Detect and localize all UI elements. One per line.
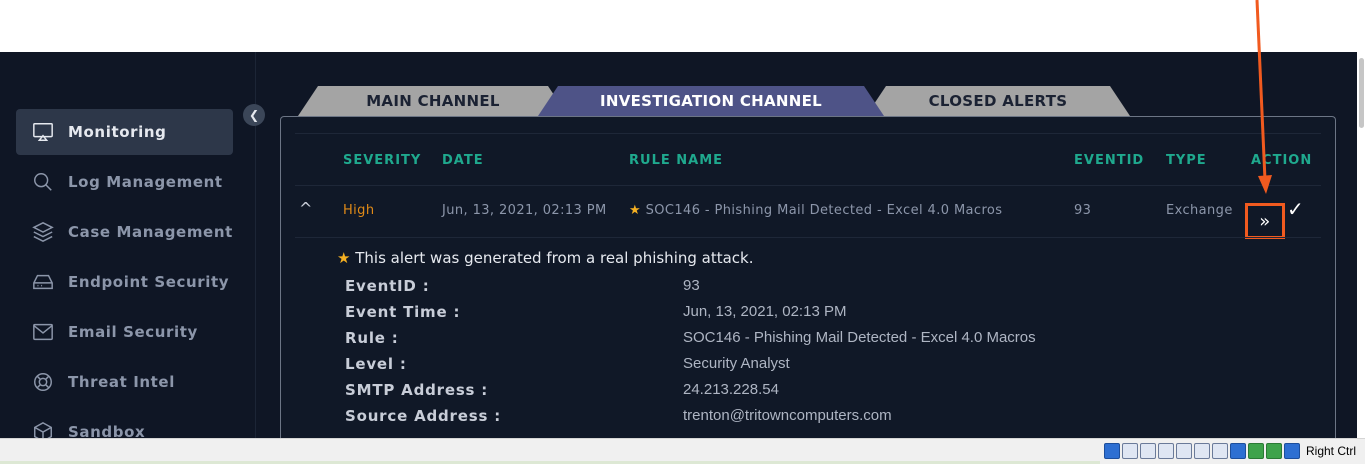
sidebar-item-label: Monitoring — [68, 123, 167, 141]
chevron-left-icon: ❮ — [248, 108, 260, 122]
table-header: SEVERITY DATE RULE NAME EVENTID TYPE ACT… — [281, 153, 1335, 183]
tab-label: MAIN CHANNEL — [366, 92, 500, 110]
sidebar-item-label: Sandbox — [68, 423, 146, 438]
chevron-up-icon[interactable]: ^ — [299, 199, 313, 218]
detail-value: 24.213.228.54 — [683, 381, 779, 398]
tab-label: CLOSED ALERTS — [928, 92, 1068, 110]
app-window: Monitoring Log Management Case Managemen… — [0, 52, 1365, 438]
rule-name-value: SOC146 - Phishing Mail Detected - Excel … — [645, 203, 1003, 218]
header-eventid: EVENTID — [1074, 153, 1145, 168]
severity-value: High — [343, 203, 375, 218]
hard-drive-icon — [30, 269, 56, 295]
sidebar-item-monitoring[interactable]: Monitoring — [16, 109, 233, 155]
main-content: MAIN CHANNEL CLOSED ALERTS INVESTIGATION… — [280, 86, 1336, 438]
monitor-icon — [30, 119, 56, 145]
mail-icon — [30, 319, 56, 345]
header-date: DATE — [442, 153, 484, 168]
top-blank-area — [0, 0, 1365, 52]
detail-value: trenton@tritowncomputers.com — [683, 407, 892, 424]
detail-row: Event Time : Jun, 13, 2021, 02:13 PM — [345, 303, 1145, 329]
take-ownership-button[interactable]: » — [1245, 203, 1285, 239]
header-rule-name: RULE NAME — [629, 153, 724, 168]
close-alert-check-icon[interactable]: ✓ — [1287, 197, 1304, 221]
layers-icon — [30, 219, 56, 245]
recording-icon[interactable] — [1230, 443, 1246, 459]
display-icon[interactable] — [1212, 443, 1228, 459]
usb-icon[interactable] — [1176, 443, 1192, 459]
system-tray: Right Ctrl — [1104, 442, 1356, 460]
divider — [295, 237, 1321, 238]
audio-icon[interactable] — [1140, 443, 1156, 459]
detail-row: Level : Security Analyst — [345, 355, 1145, 381]
detail-key: Rule : — [345, 329, 399, 347]
star-icon: ★ — [629, 203, 642, 218]
detail-row: SMTP Address : 24.213.228.54 — [345, 381, 1145, 407]
sidebar-item-email-security[interactable]: Email Security — [16, 309, 233, 355]
host-key-label: Right Ctrl — [1306, 444, 1357, 458]
storage-icon[interactable] — [1104, 443, 1120, 459]
sidebar-item-label: Log Management — [68, 173, 223, 191]
detail-row: Source Address : trenton@tritowncomputer… — [345, 407, 1145, 433]
header-type: TYPE — [1166, 153, 1207, 168]
detail-row: Rule : SOC146 - Phishing Mail Detected -… — [345, 329, 1145, 355]
detail-key: Event Time : — [345, 303, 461, 321]
detail-key: SMTP Address : — [345, 381, 489, 399]
alert-note-text: This alert was generated from a real phi… — [355, 249, 754, 267]
sidebar-item-label: Email Security — [68, 323, 198, 341]
tab-label: INVESTIGATION CHANNEL — [599, 92, 823, 110]
date-value: Jun, 13, 2021, 02:13 PM — [442, 203, 607, 218]
tab-investigation-channel[interactable]: INVESTIGATION CHANNEL — [538, 86, 884, 116]
double-chevron-right-icon: » — [1259, 210, 1271, 232]
divider — [295, 133, 1321, 134]
star-icon: ★ — [337, 249, 351, 267]
detail-value: 93 — [683, 277, 700, 294]
detail-value: Security Analyst — [683, 355, 790, 372]
host-status-bar: Right Ctrl — [0, 438, 1365, 464]
divider — [295, 185, 1321, 186]
detail-value: Jun, 13, 2021, 02:13 PM — [683, 303, 847, 320]
detail-value: SOC146 - Phishing Mail Detected - Excel … — [683, 329, 1036, 346]
tab-closed-alerts[interactable]: CLOSED ALERTS — [866, 86, 1130, 116]
detail-key: Level : — [345, 355, 407, 373]
detail-key: EventID : — [345, 277, 430, 295]
sidebar-item-log-management[interactable]: Log Management — [16, 159, 233, 205]
optical-drive-icon[interactable] — [1122, 443, 1138, 459]
lifebuoy-icon — [30, 369, 56, 395]
detail-key: Source Address : — [345, 407, 502, 425]
header-severity: SEVERITY — [343, 153, 422, 168]
mouse-integration-icon[interactable] — [1284, 443, 1300, 459]
shared-folder-icon[interactable] — [1194, 443, 1210, 459]
search-icon — [30, 169, 56, 195]
table-row[interactable]: ^ High Jun, 13, 2021, 02:13 PM ★ SOC146 … — [281, 189, 1335, 239]
sidebar-item-threat-intel[interactable]: Threat Intel — [16, 359, 233, 405]
sidebar-item-case-management[interactable]: Case Management — [16, 209, 233, 255]
scrollbar-thumb[interactable] — [1359, 58, 1364, 128]
type-value: Exchange — [1166, 203, 1233, 218]
header-action: ACTION — [1251, 153, 1313, 168]
sidebar-item-endpoint-security[interactable]: Endpoint Security — [16, 259, 233, 305]
sidebar-collapse-button[interactable]: ❮ — [243, 104, 265, 126]
alerts-panel: SEVERITY DATE RULE NAME EVENTID TYPE ACT… — [280, 116, 1336, 438]
detail-row: EventID : 93 — [345, 277, 1145, 303]
cpu-activity-icon[interactable] — [1248, 443, 1264, 459]
network-icon[interactable] — [1158, 443, 1174, 459]
eventid-value: 93 — [1074, 203, 1092, 218]
sidebar-item-sandbox[interactable]: Sandbox — [16, 409, 233, 438]
sidebar-item-label: Endpoint Security — [68, 273, 230, 291]
sidebar: Monitoring Log Management Case Managemen… — [0, 52, 256, 438]
alert-note: ★ This alert was generated from a real p… — [337, 249, 754, 267]
rule-name-cell: ★ SOC146 - Phishing Mail Detected - Exce… — [629, 203, 1002, 218]
tab-main-channel[interactable]: MAIN CHANNEL — [298, 86, 568, 116]
cube-icon — [30, 419, 56, 438]
guest-additions-icon[interactable] — [1266, 443, 1282, 459]
sidebar-item-label: Threat Intel — [68, 373, 175, 391]
sidebar-item-label: Case Management — [68, 223, 233, 241]
